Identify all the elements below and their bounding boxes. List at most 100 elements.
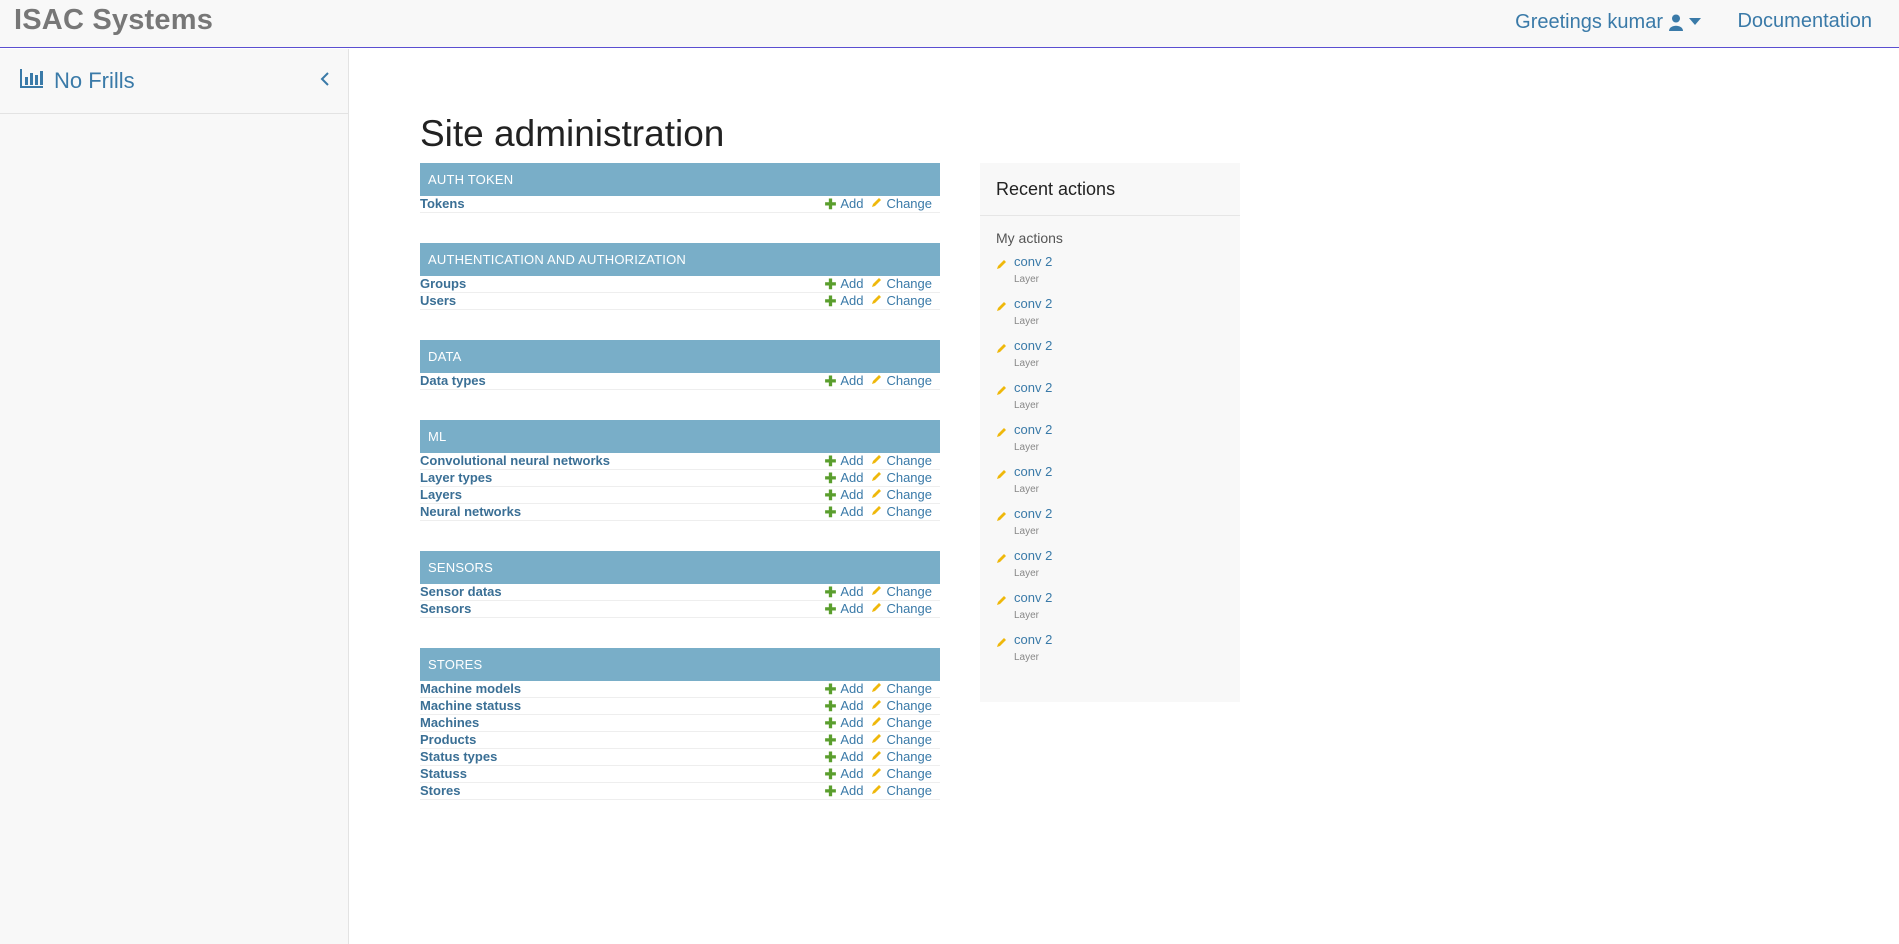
change-link[interactable]: Change [871,487,932,503]
change-link[interactable]: Change [871,504,932,520]
change-label: Change [886,698,932,713]
change-label: Change [886,276,932,291]
add-link[interactable]: ✚ Add [825,783,864,799]
add-link[interactable]: ✚ Add [825,470,864,486]
caret-down-icon[interactable] [1689,18,1701,26]
change-link[interactable]: Change [871,766,932,782]
model-link-layers[interactable]: Layers [420,487,462,503]
add-link[interactable]: ✚ Add [825,196,864,212]
model-link-users[interactable]: Users [420,293,456,309]
model-link-stores[interactable]: Stores [420,783,460,799]
greeting-text[interactable]: Greetings kumar [1515,11,1663,34]
add-link[interactable]: ✚ Add [825,293,864,309]
model-link-convolutional-neural-networks[interactable]: Convolutional neural networks [420,453,610,469]
model-link-status-types[interactable]: Status types [420,749,497,765]
module-caption[interactable]: STORES [420,648,940,681]
plus-icon: ✚ [824,276,837,292]
row-actions: ✚ Add Change [825,453,932,469]
model-link-statuss[interactable]: Statuss [420,766,467,782]
user-icon[interactable] [1669,14,1683,31]
add-link[interactable]: ✚ Add [825,766,864,782]
change-link[interactable]: Change [871,453,932,469]
model-row: Neural networks ✚ Add Change [420,504,940,521]
model-row: Stores ✚ Add Change [420,783,940,800]
model-link-machine-models[interactable]: Machine models [420,681,521,697]
module-caption[interactable]: DATA [420,340,940,373]
model-link-products[interactable]: Products [420,732,476,748]
chevron-left-icon[interactable] [320,71,330,92]
model-link-layer-types[interactable]: Layer types [420,470,492,486]
add-link[interactable]: ✚ Add [825,504,864,520]
model-link-machines[interactable]: Machines [420,715,479,731]
add-link[interactable]: ✚ Add [825,698,864,714]
recent-action-link[interactable]: conv 2 [1014,296,1052,311]
change-label: Change [886,373,932,388]
module-caption[interactable]: ML [420,420,940,453]
change-link[interactable]: Change [871,293,932,309]
pencil-icon [871,504,882,520]
recent-action-link[interactable]: conv 2 [1014,632,1052,647]
module-caption[interactable]: SENSORS [420,551,940,584]
change-link[interactable]: Change [871,749,932,765]
model-row: Machine models ✚ Add Change [420,681,940,698]
change-link[interactable]: Change [871,698,932,714]
module-caption[interactable]: AUTHENTICATION AND AUTHORIZATION [420,243,940,276]
model-link-tokens[interactable]: Tokens [420,196,465,212]
recent-action-link[interactable]: conv 2 [1014,464,1052,479]
add-link[interactable]: ✚ Add [825,732,864,748]
row-actions: ✚ Add Change [825,504,932,520]
model-row: Status types ✚ Add Change [420,749,940,766]
pencil-icon [996,551,1007,569]
add-label: Add [840,470,864,485]
user-menu[interactable]: Greetings kumar [1515,10,1701,34]
change-link[interactable]: Change [871,470,932,486]
model-link-machine-statuss[interactable]: Machine statuss [420,698,521,714]
pencil-icon [871,293,882,309]
change-link[interactable]: Change [871,732,932,748]
add-link[interactable]: ✚ Add [825,487,864,503]
add-link[interactable]: ✚ Add [825,373,864,389]
module-auth-token: AUTH TOKEN Tokens ✚ Add Change [420,163,940,213]
recent-action-link[interactable]: conv 2 [1014,338,1052,353]
recent-action-link[interactable]: conv 2 [1014,548,1052,563]
sidebar-title[interactable]: No Frills [20,68,135,94]
add-link[interactable]: ✚ Add [825,601,864,617]
add-label: Add [840,601,864,616]
model-link-neural-networks[interactable]: Neural networks [420,504,521,520]
module-caption[interactable]: AUTH TOKEN [420,163,940,196]
model-link-sensors[interactable]: Sensors [420,601,471,617]
change-label: Change [886,749,932,764]
pencil-icon [871,487,882,503]
change-link[interactable]: Change [871,373,932,389]
change-link[interactable]: Change [871,715,932,731]
add-link[interactable]: ✚ Add [825,715,864,731]
add-link[interactable]: ✚ Add [825,276,864,292]
model-link-sensor-datas[interactable]: Sensor datas [420,584,502,600]
recent-action-link[interactable]: conv 2 [1014,422,1052,437]
documentation-link[interactable]: Documentation [1737,10,1872,33]
recent-action-link[interactable]: conv 2 [1014,380,1052,395]
change-link[interactable]: Change [871,681,932,697]
brand-title[interactable]: ISAC Systems [14,4,213,37]
recent-action-item: conv 2 Layer [996,338,1240,380]
model-link-groups[interactable]: Groups [420,276,466,292]
recent-action-link[interactable]: conv 2 [1014,254,1052,269]
recent-action-link[interactable]: conv 2 [1014,506,1052,521]
add-link[interactable]: ✚ Add [825,453,864,469]
change-link[interactable]: Change [871,196,932,212]
change-link[interactable]: Change [871,584,932,600]
add-link[interactable]: ✚ Add [825,749,864,765]
recent-action-link[interactable]: conv 2 [1014,590,1052,605]
app-modules: AUTH TOKEN Tokens ✚ Add Change AUTHENTICATION… [420,163,940,830]
recent-action-item: conv 2 Layer [996,548,1240,590]
model-row: Machines ✚ Add Change [420,715,940,732]
change-label: Change [886,584,932,599]
change-link[interactable]: Change [871,601,932,617]
change-link[interactable]: Change [871,276,932,292]
add-link[interactable]: ✚ Add [825,681,864,697]
pencil-icon [871,732,882,748]
model-link-data-types[interactable]: Data types [420,373,486,389]
change-link[interactable]: Change [871,783,932,799]
add-link[interactable]: ✚ Add [825,584,864,600]
module-authentication-and-authorization: AUTHENTICATION AND AUTHORIZATION Groups ✚ A… [420,243,940,310]
